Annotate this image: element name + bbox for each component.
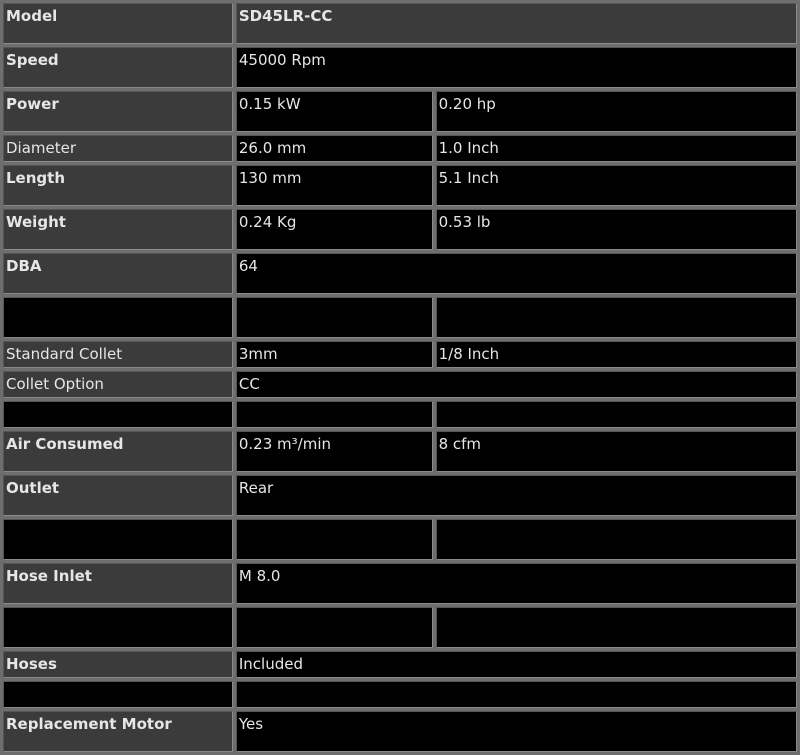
spec-value-model: SD45LR-CC — [235, 3, 797, 44]
spec-value-length-imperial: 5.1 Inch — [435, 165, 797, 206]
spec-label-air-consumed: Air Consumed — [3, 431, 233, 472]
spec-label-length: Length — [3, 165, 233, 206]
spec-label-outlet: Outlet — [3, 475, 233, 516]
spacer-cell — [235, 401, 433, 428]
spec-row-collet-option: Collet Option CC — [3, 371, 797, 398]
spacer-cell — [3, 297, 233, 338]
spec-table: Model SD45LR-CC Speed 45000 Rpm Power 0.… — [0, 0, 800, 755]
spec-row-dba: DBA 64 — [3, 253, 797, 294]
spec-value-weight-metric: 0.24 Kg — [235, 209, 433, 250]
spec-row-hose-inlet: Hose Inlet M 8.0 — [3, 563, 797, 604]
spec-value-collet-option: CC — [235, 371, 797, 398]
spec-label-hose-inlet: Hose Inlet — [3, 563, 233, 604]
spec-row-power: Power 0.15 kW 0.20 hp — [3, 91, 797, 132]
spec-label-weight: Weight — [3, 209, 233, 250]
spacer-cell — [3, 519, 233, 560]
spec-row-model: Model SD45LR-CC — [3, 3, 797, 44]
spec-label-hoses: Hoses — [3, 651, 233, 678]
spec-row-standard-collet: Standard Collet 3mm 1/8 Inch — [3, 341, 797, 368]
spacer-cell — [235, 519, 433, 560]
spec-label-collet-option: Collet Option — [3, 371, 233, 398]
spec-row-outlet: Outlet Rear — [3, 475, 797, 516]
spec-value-hose-inlet: M 8.0 — [235, 563, 797, 604]
spec-row-diameter: Diameter 26.0 mm 1.0 Inch — [3, 135, 797, 162]
spec-value-standard-collet-imperial: 1/8 Inch — [435, 341, 797, 368]
spec-row-spacer — [3, 401, 797, 428]
spec-value-length-metric: 130 mm — [235, 165, 433, 206]
spec-row-spacer — [3, 519, 797, 560]
spacer-cell — [3, 607, 233, 648]
spacer-cell — [235, 607, 433, 648]
spec-row-spacer — [3, 681, 797, 708]
spec-value-power-imperial: 0.20 hp — [435, 91, 797, 132]
spec-label-model: Model — [3, 3, 233, 44]
spec-row-spacer — [3, 607, 797, 648]
spec-label-dba: DBA — [3, 253, 233, 294]
spec-row-length: Length 130 mm 5.1 Inch — [3, 165, 797, 206]
spacer-cell — [435, 297, 797, 338]
spec-row-speed: Speed 45000 Rpm — [3, 47, 797, 88]
spec-label-power: Power — [3, 91, 233, 132]
spec-row-air-consumed: Air Consumed 0.23 m³/min 8 cfm — [3, 431, 797, 472]
spec-value-hoses: Included — [235, 651, 797, 678]
spec-value-air-consumed-metric: 0.23 m³/min — [235, 431, 433, 472]
spec-row-replacement-motor: Replacement Motor Yes — [3, 711, 797, 752]
spec-row-hoses: Hoses Included — [3, 651, 797, 678]
spec-value-replacement-motor: Yes — [235, 711, 797, 752]
spec-label-diameter: Diameter — [3, 135, 233, 162]
spec-value-standard-collet-metric: 3mm — [235, 341, 433, 368]
spec-label-speed: Speed — [3, 47, 233, 88]
spec-value-diameter-metric: 26.0 mm — [235, 135, 433, 162]
spacer-cell — [435, 607, 797, 648]
spec-row-weight: Weight 0.24 Kg 0.53 lb — [3, 209, 797, 250]
spec-value-outlet: Rear — [235, 475, 797, 516]
spec-value-dba: 64 — [235, 253, 797, 294]
spec-label-standard-collet: Standard Collet — [3, 341, 233, 368]
spec-row-spacer — [3, 297, 797, 338]
spacer-cell — [435, 401, 797, 428]
spec-value-speed: 45000 Rpm — [235, 47, 797, 88]
spec-value-air-consumed-imperial: 8 cfm — [435, 431, 797, 472]
spec-value-diameter-imperial: 1.0 Inch — [435, 135, 797, 162]
spec-value-power-metric: 0.15 kW — [235, 91, 433, 132]
spacer-cell — [235, 681, 797, 708]
spec-value-weight-imperial: 0.53 lb — [435, 209, 797, 250]
spacer-cell — [235, 297, 433, 338]
spacer-cell — [435, 519, 797, 560]
spec-label-replacement-motor: Replacement Motor — [3, 711, 233, 752]
spacer-cell — [3, 681, 233, 708]
spacer-cell — [3, 401, 233, 428]
